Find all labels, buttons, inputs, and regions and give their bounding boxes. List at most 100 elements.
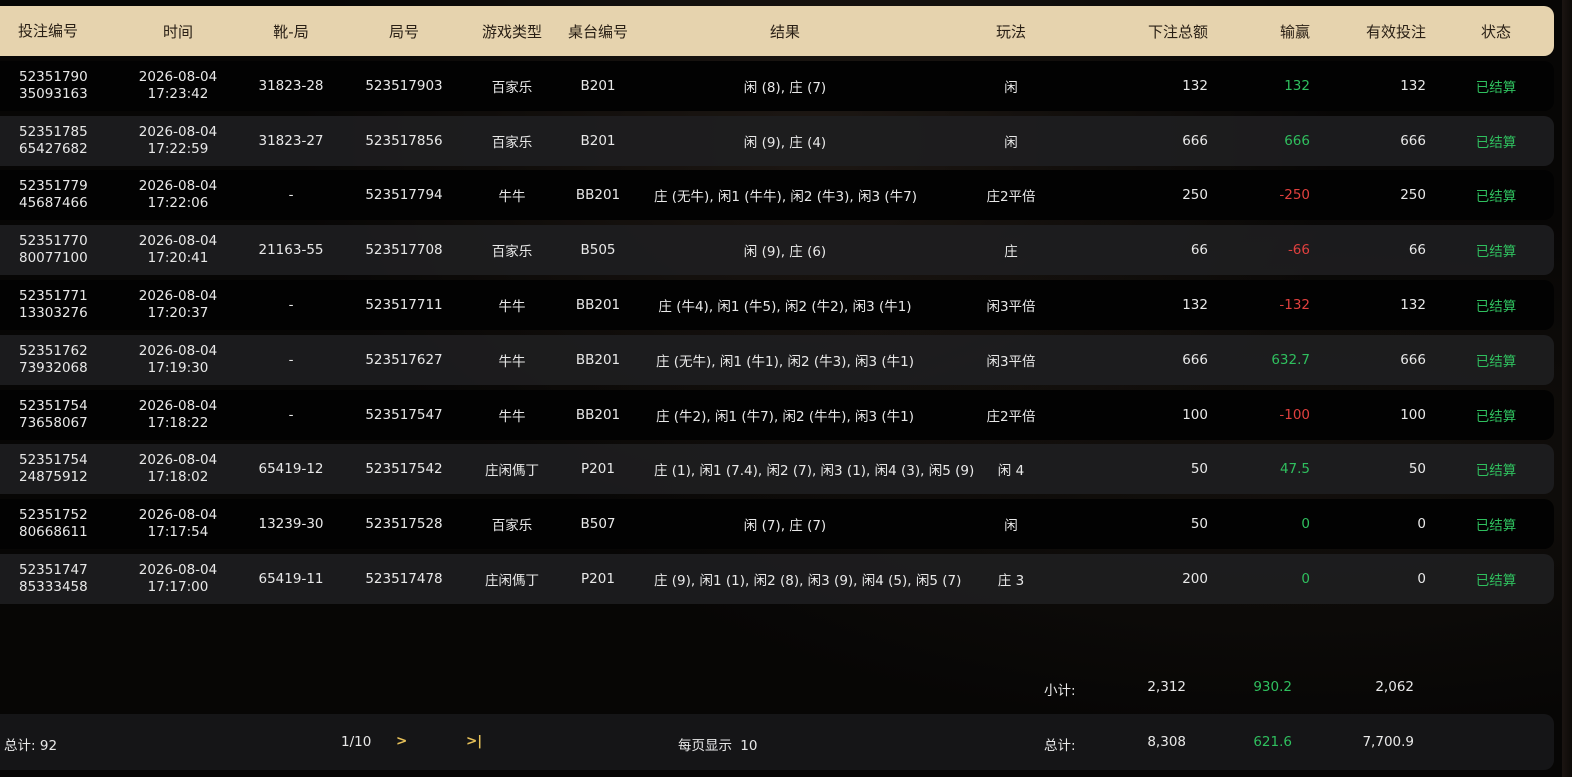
shoe-round-cell: - [288, 296, 294, 313]
round-no-cell: 523517627 [365, 351, 443, 368]
bet-id-cell: 52351754 73658067 [0, 398, 100, 432]
bet-total-cell: 132 [1182, 77, 1208, 94]
bet-time: 17:17:00 [147, 578, 209, 595]
table-row[interactable]: 52351770 80077100 2026-08-04 17:20:41 21163-… [0, 225, 1554, 276]
bet-date: 2026-08-04 [138, 123, 218, 140]
col-result[interactable]: 结果 [654, 21, 916, 42]
table-row[interactable]: 52351779 45687466 2026-08-04 17:22:06-52351… [0, 170, 1554, 221]
bet-id-part1: 52351747 [19, 561, 88, 578]
play-cell: 庄2平倍 [986, 408, 1036, 425]
col-round-no[interactable]: 局号 [326, 21, 482, 42]
game-type-cell: 牛牛 [498, 353, 526, 370]
round-no-cell: 523517478 [365, 570, 443, 587]
result-cell: 庄 (9), 闲1 (1), 闲2 (8), 闲3 (9), 闲4 (5), 闲… [654, 572, 962, 589]
time-cell: 2026-08-04 17:18:22 [100, 398, 256, 432]
play-cell: 闲 [1004, 518, 1018, 535]
win-loss-cell: -132 [1279, 296, 1310, 313]
result-cell: 庄 (1), 闲1 (7.4), 闲2 (7), 闲3 (1), 闲4 (3),… [654, 463, 975, 480]
status-badge: 已结算 [1475, 408, 1517, 425]
result-cell: 闲 (9), 庄 (6) [743, 244, 827, 261]
bet-id-part1: 52351771 [19, 287, 88, 304]
bet-id-cell: 52351770 80077100 [0, 233, 100, 267]
bet-id-cell: 52351762 73932068 [0, 343, 100, 377]
round-no-cell: 523517711 [365, 296, 443, 313]
col-table-no[interactable]: 桌台编号 [542, 21, 654, 42]
bet-id-part2: 73932068 [19, 359, 88, 376]
win-loss-cell: 132 [1284, 77, 1310, 94]
bet-total-cell: 132 [1182, 296, 1208, 313]
status-badge: 已结算 [1475, 353, 1517, 370]
result-cell: 闲 (8), 庄 (7) [743, 79, 827, 96]
col-play[interactable]: 玩法 [916, 21, 1106, 42]
page-size[interactable]: 每页显示 10 [678, 734, 757, 754]
bet-id-part2: 13303276 [19, 304, 88, 321]
total-label: 总计: [1044, 738, 1076, 754]
play-cell: 闲 4 [997, 463, 1025, 480]
table-row[interactable]: 52351790 35093163 2026-08-04 17:23:42 31823-… [0, 60, 1554, 111]
bet-time: 17:18:22 [147, 414, 209, 431]
bet-time: 17:17:54 [147, 524, 209, 541]
play-cell: 庄2平倍 [986, 189, 1036, 206]
shoe-round-cell: - [288, 187, 294, 204]
table-row[interactable]: 52351754 24875912 2026-08-04 17:18:02 65419-… [0, 444, 1554, 495]
table-row[interactable]: 52351752 80668611 2026-08-04 17:17:54 13239-… [0, 499, 1554, 550]
bet-time: 17:20:41 [147, 250, 209, 267]
table-no-cell: B507 [580, 516, 616, 533]
bet-date: 2026-08-04 [138, 287, 218, 304]
game-type-cell: 牛牛 [498, 189, 526, 206]
table-no-cell: BB201 [575, 296, 621, 313]
win-loss-cell: 47.5 [1279, 461, 1310, 478]
bet-id-part1: 52351785 [19, 123, 88, 140]
round-no-cell: 523517856 [365, 132, 443, 149]
col-status[interactable]: 状态 [1426, 21, 1566, 42]
bet-total-cell: 100 [1182, 406, 1208, 423]
time-cell: 2026-08-04 17:20:37 [100, 288, 256, 322]
valid-bet-cell: 666 [1400, 132, 1426, 149]
bet-id-part1: 52351754 [19, 452, 88, 469]
last-page-button[interactable]: >| [466, 733, 482, 749]
game-type-cell: 百家乐 [491, 134, 533, 151]
col-valid-bet[interactable]: 有效投注 [1310, 21, 1426, 42]
footer-bar: 总计: 92 1/10 > >| 每页显示 10 总计: 8,308 621.6… [0, 714, 1554, 770]
table-row[interactable]: 52351762 73932068 2026-08-04 17:19:30-52351… [0, 334, 1554, 385]
col-bet-total[interactable]: 下注总额 [1106, 21, 1208, 42]
play-cell: 闲 [1004, 79, 1018, 96]
subtotal-row: 小计: 2,312 930.2 2,062 [0, 662, 1554, 710]
col-win-loss[interactable]: 输赢 [1208, 21, 1310, 42]
table-row[interactable]: 52351785 65427682 2026-08-04 17:22:59 31823-… [0, 115, 1554, 166]
bet-total-cell: 250 [1182, 187, 1208, 204]
time-cell: 2026-08-04 17:22:06 [100, 178, 256, 212]
win-loss-cell: -100 [1279, 406, 1310, 423]
shoe-round-cell: 31823-27 [258, 132, 324, 149]
shoe-round-cell: 65419-11 [258, 570, 324, 587]
table-no-cell: B201 [580, 132, 616, 149]
status-badge: 已结算 [1475, 134, 1517, 151]
bet-time: 17:19:30 [147, 359, 209, 376]
table-row[interactable]: 52351771 13303276 2026-08-04 17:20:37 - 52351… [0, 279, 1554, 330]
bet-date: 2026-08-04 [138, 561, 218, 578]
result-cell: 庄 (牛4), 闲1 (牛5), 闲2 (牛2), 闲3 (牛1) [658, 298, 912, 315]
table-row[interactable]: 52351747 85333458 2026-08-04 17:17:00 65419-… [0, 553, 1554, 604]
bet-total-cell: 666 [1182, 132, 1208, 149]
col-game-type[interactable]: 游戏类型 [482, 21, 542, 42]
next-page-button[interactable]: > [396, 733, 407, 749]
col-shoe-round[interactable]: 靴-局 [256, 21, 326, 42]
status-badge: 已结算 [1475, 572, 1517, 589]
table-row[interactable]: 52351754 73658067 2026-08-04 17:18:22-52351… [0, 389, 1554, 440]
bet-total-cell: 50 [1190, 461, 1208, 478]
valid-bet-cell: 132 [1400, 296, 1426, 313]
bet-id-part1: 52351754 [19, 397, 88, 414]
col-time[interactable]: 时间 [100, 21, 256, 42]
shoe-round-cell: 65419-12 [258, 461, 324, 478]
valid-bet-cell: 250 [1400, 187, 1426, 204]
col-bet-id[interactable]: 投注编号 [0, 22, 100, 40]
bet-id-part1: 52351762 [19, 342, 88, 359]
win-loss-cell: 0 [1301, 570, 1310, 587]
time-cell: 2026-08-04 17:18:02 [100, 452, 256, 486]
bet-date: 2026-08-04 [138, 342, 218, 359]
time-cell: 2026-08-04 17:19:30 [100, 343, 256, 377]
status-badge: 已结算 [1475, 79, 1517, 96]
bet-id-cell: 52351779 45687466 [0, 178, 100, 212]
bet-time: 17:22:59 [147, 140, 209, 157]
game-type-cell: 百家乐 [491, 244, 533, 261]
